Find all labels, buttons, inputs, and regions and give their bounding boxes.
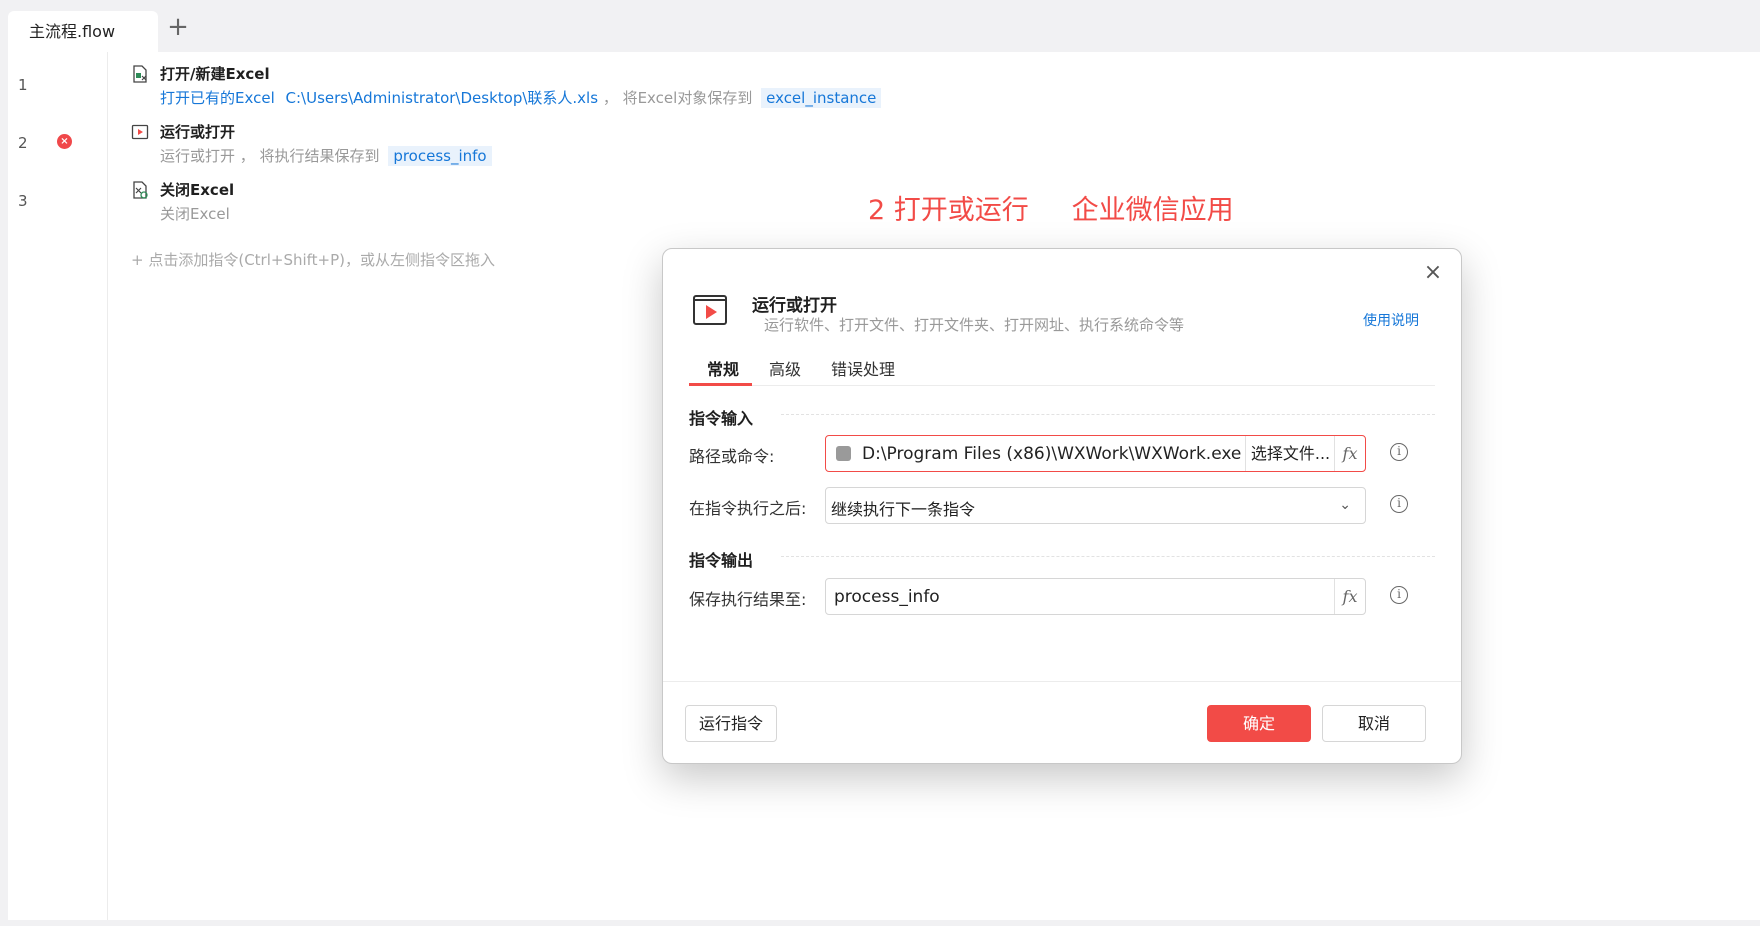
save-result-label: 保存执行结果至: (689, 590, 807, 609)
line-gutter: 1 2 × 3 (8, 52, 108, 920)
save-result-value: process_info (834, 587, 940, 607)
annotation-text: 2 打开或运行 企业微信应用 (868, 195, 1234, 226)
info-icon[interactable]: i (1390, 443, 1408, 461)
dialog-title: 运行或打开 (752, 296, 837, 316)
step-title: 关闭Excel (160, 181, 235, 199)
info-icon[interactable]: i (1390, 586, 1408, 604)
path-input[interactable]: D:\Program Files (x86)\WXWork\WXWork.exe… (825, 435, 1366, 472)
help-link[interactable]: 使用说明 (1363, 310, 1419, 330)
fx-icon[interactable]: fx (1334, 579, 1365, 614)
after-exec-select[interactable]: 继续执行下一条指令 ⌄ (825, 487, 1366, 524)
section-output-title: 指令输出 (689, 551, 754, 570)
step-desc: 关闭Excel (160, 205, 230, 223)
dialog-tabs: 常规 高级 错误处理 (689, 356, 1435, 386)
line-number: 3 (18, 192, 28, 210)
section-divider (781, 414, 1435, 415)
tab-general[interactable]: 常规 (689, 356, 752, 386)
run-play-icon (131, 124, 149, 140)
variable-process-info[interactable]: process_info (388, 146, 492, 166)
tab-main-flow[interactable]: 主流程.flow (8, 11, 158, 52)
save-result-input[interactable]: process_info fx (825, 578, 1366, 615)
step-link-open-existing[interactable]: 打开已有的Excel (160, 89, 275, 107)
error-icon[interactable]: × (57, 134, 72, 149)
step-desc-tail: ， 将Excel对象保存到 (602, 89, 753, 107)
python-icon (836, 446, 851, 461)
line-number: 1 (18, 76, 28, 94)
chevron-down-icon: ⌄ (1339, 497, 1351, 513)
line-number: 2 (18, 134, 28, 152)
confirm-button[interactable]: 确定 (1207, 705, 1311, 742)
section-input-title: 指令输入 (689, 409, 754, 428)
step-title: 打开/新建Excel (160, 65, 270, 83)
dialog-footer-divider (663, 681, 1461, 682)
step-desc: 运行或打开 ， 将执行结果保存到 process_info (160, 145, 492, 166)
dialog-subtitle: 运行软件、打开文件、打开文件夹、打开网址、执行系统命令等 (764, 316, 1185, 334)
add-instruction-hint[interactable]: + 点击添加指令(Ctrl+Shift+P)，或从左侧指令区拖入 (131, 249, 495, 270)
step-desc: 打开已有的Excel C:\Users\Administrator\Deskto… (160, 87, 882, 108)
step-title: 运行或打开 (160, 123, 236, 141)
run-or-open-dialog: × 运行或打开 运行软件、打开文件、打开文件夹、打开网址、执行系统命令等 使用说… (662, 248, 1462, 764)
section-divider (781, 556, 1435, 557)
choose-file-button[interactable]: 选择文件... (1245, 436, 1335, 471)
tab-bar: 主流程.flow + (0, 0, 1760, 52)
add-tab-button[interactable]: + (166, 14, 190, 40)
path-label: 路径或命令: (689, 447, 775, 466)
cancel-button[interactable]: 取消 (1322, 705, 1426, 742)
close-icon[interactable]: × (1423, 262, 1443, 284)
run-instruction-button[interactable]: 运行指令 (685, 705, 777, 742)
tab-advanced[interactable]: 高级 (769, 356, 801, 386)
tab-error-handling[interactable]: 错误处理 (831, 356, 895, 386)
after-exec-label: 在指令执行之后: (689, 499, 807, 518)
excel-close-icon (133, 181, 148, 199)
variable-excel-instance[interactable]: excel_instance (761, 88, 882, 108)
step-excel-path[interactable]: C:\Users\Administrator\Desktop\联系人.xls (286, 89, 599, 107)
step-desc-text: 运行或打开 ， 将执行结果保存到 (160, 147, 380, 165)
run-play-icon (693, 295, 727, 325)
fx-icon[interactable]: fx (1334, 436, 1365, 471)
after-exec-value: 继续执行下一条指令 (831, 500, 976, 519)
path-value: D:\Program Files (x86)\WXWork\WXWork.exe (862, 444, 1242, 464)
info-icon[interactable]: i (1390, 495, 1408, 513)
excel-open-icon (133, 65, 147, 83)
